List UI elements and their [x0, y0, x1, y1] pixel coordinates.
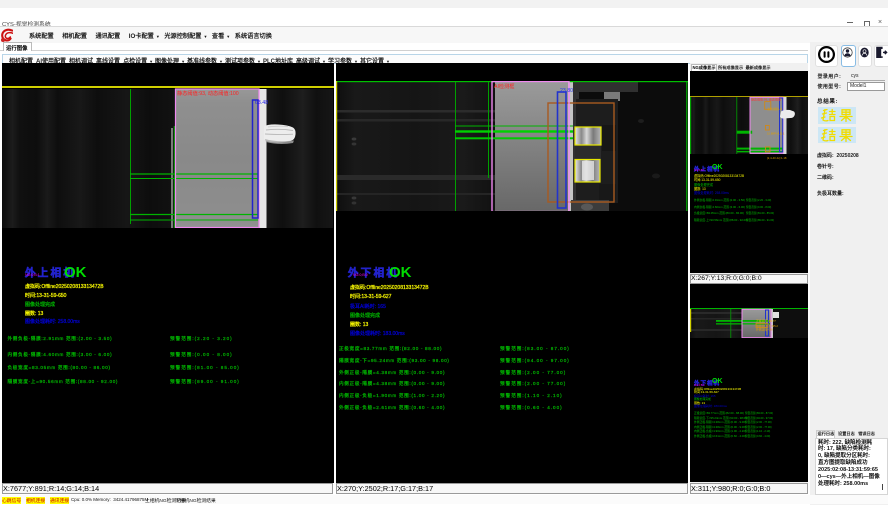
svg-text:静态阈值:93, 动态阈值:100: 静态阈值:93, 动态阈值:100	[177, 89, 239, 97]
svg-text:63.48: 63.48	[255, 100, 268, 106]
svg-text:浅色缺陷L:0: 浅色缺陷L:0	[767, 106, 783, 110]
svg-text:静态阈值:93, 动态阈值: 静态阈值:93, 动态阈值	[751, 96, 781, 101]
svg-text:23.80: 23.80	[560, 88, 573, 94]
svg-text:10.88P:[4,2]:1: 10.88P:[4,2]:1	[767, 131, 785, 135]
svg-text:AI检测框: AI检测框	[494, 82, 514, 90]
svg-text:正极宽度=83.77: 正极宽度=83.77	[756, 319, 776, 323]
svg-text:外侧正极4.38: 外侧正极4.38	[756, 328, 773, 332]
